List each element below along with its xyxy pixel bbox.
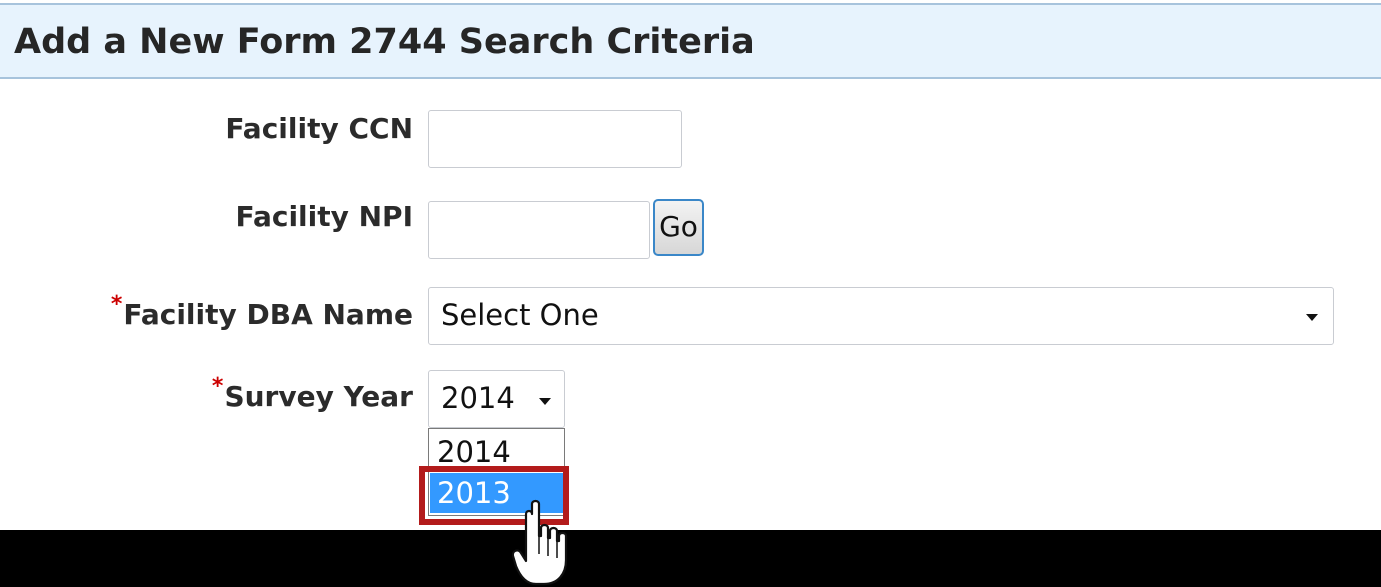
facility-dba-label: *Facility DBA Name bbox=[110, 292, 413, 331]
hand-pointer-icon bbox=[512, 499, 568, 586]
facility-ccn-label: Facility CCN bbox=[225, 112, 413, 145]
survey-year-label: *Survey Year bbox=[211, 374, 413, 413]
required-marker: * bbox=[110, 292, 123, 317]
facility-ccn-input[interactable] bbox=[428, 110, 682, 168]
required-marker: * bbox=[211, 374, 224, 399]
survey-year-option-2014[interactable]: 2014 bbox=[430, 432, 563, 472]
facility-npi-label: Facility NPI bbox=[235, 200, 413, 233]
survey-year-selected-value: 2014 bbox=[441, 381, 515, 415]
bottom-bar bbox=[0, 530, 1381, 587]
page-title: Add a New Form 2744 Search Criteria bbox=[14, 22, 755, 62]
facility-dba-select[interactable]: Select One bbox=[428, 287, 1334, 345]
chevron-down-icon bbox=[1306, 314, 1318, 321]
go-button[interactable]: Go bbox=[653, 199, 704, 256]
survey-year-select[interactable]: 2014 bbox=[428, 370, 565, 428]
form-header: Add a New Form 2744 Search Criteria bbox=[0, 3, 1381, 79]
page: Add a New Form 2744 Search Criteria Faci… bbox=[0, 0, 1381, 587]
facility-dba-selected-value: Select One bbox=[441, 298, 599, 332]
facility-npi-input[interactable] bbox=[428, 201, 650, 259]
chevron-down-icon bbox=[539, 398, 551, 405]
